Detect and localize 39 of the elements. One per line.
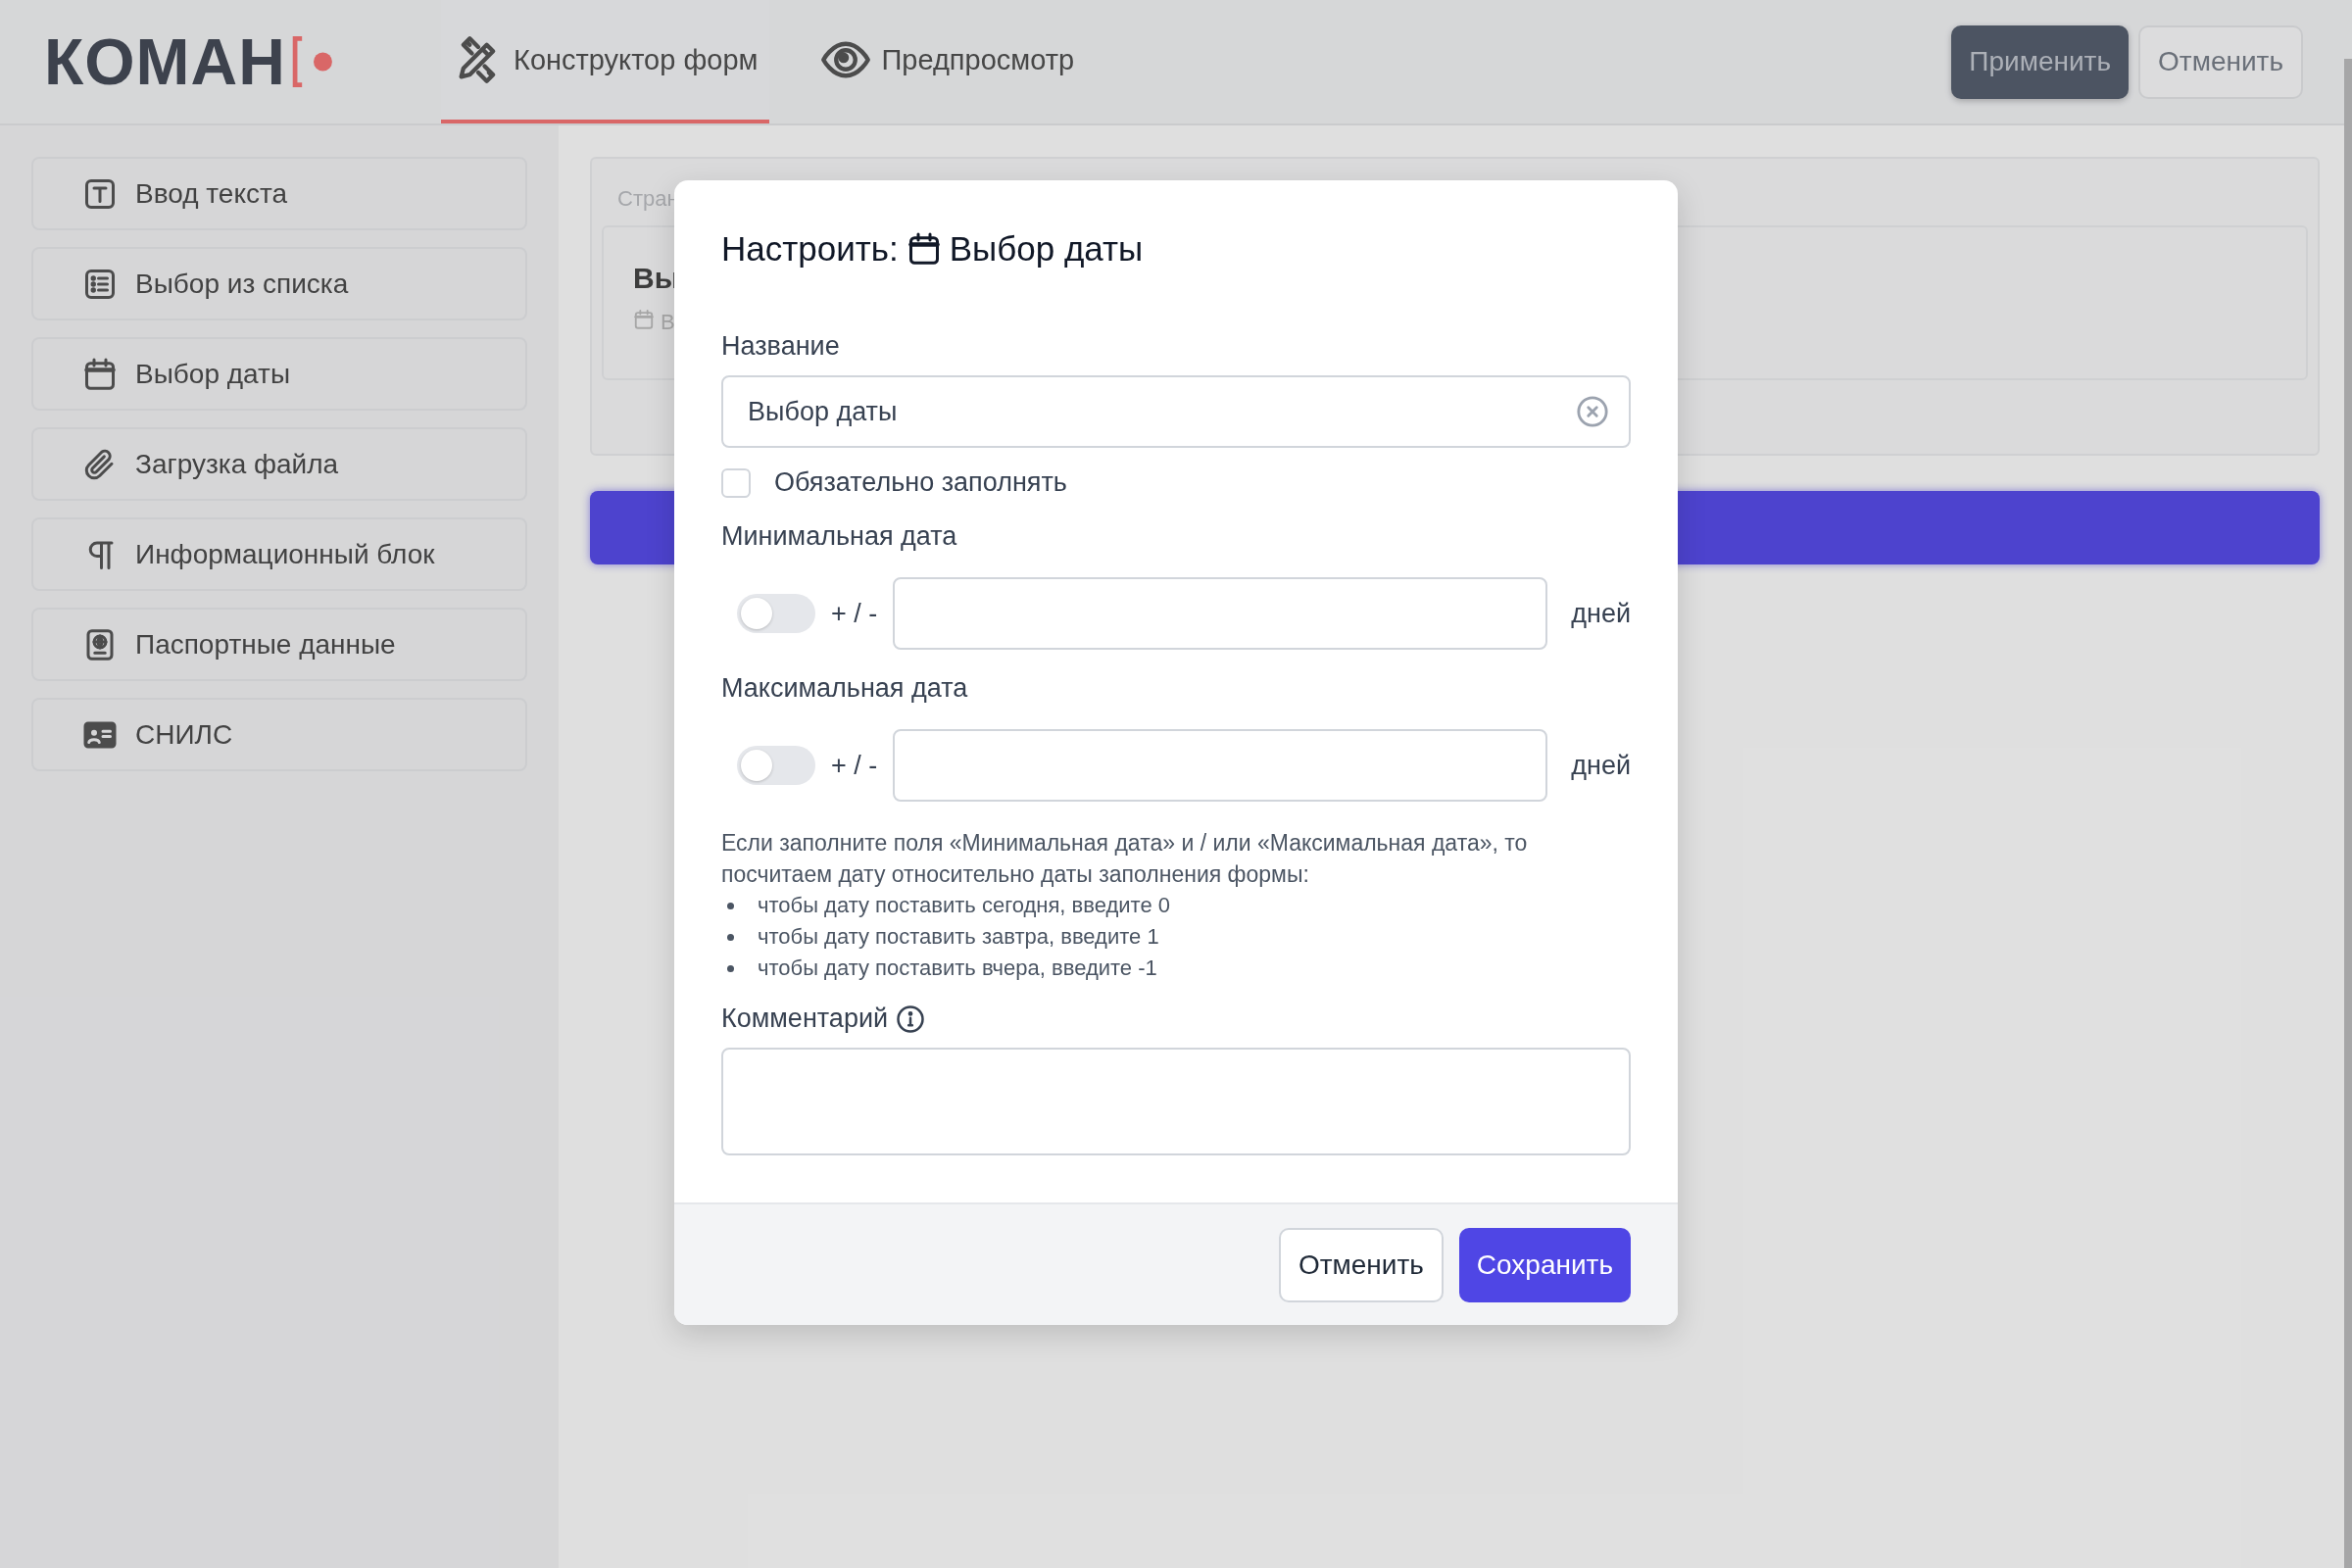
sign-label: + / - (831, 598, 878, 629)
sidebar-item[interactable]: СНИЛС (31, 698, 527, 771)
scrollbar[interactable] (2344, 59, 2352, 1568)
comment-field[interactable] (721, 1048, 1631, 1155)
info-icon[interactable] (896, 1004, 926, 1034)
cancel-button[interactable]: Отменить (1278, 1227, 1444, 1302)
checkbox[interactable] (721, 467, 751, 498)
sidebar-item[interactable]: Паспортные данные (31, 608, 527, 681)
calendar-icon (906, 231, 942, 267)
cancel-button[interactable]: Отменить (2138, 24, 2303, 99)
name-field[interactable]: Выбор даты (721, 375, 1631, 448)
unit-label: дней (1571, 598, 1631, 629)
calendar-icon (633, 309, 655, 330)
logo: КОМАН (44, 24, 286, 99)
field-value: Выбор даты (748, 396, 898, 427)
field-label: Комментарий (721, 1004, 889, 1034)
toggle-switch[interactable] (737, 746, 815, 785)
days-field[interactable] (893, 577, 1548, 650)
sidebar-item[interactable]: Выбор даты (31, 337, 527, 411)
field-label: Название (721, 331, 841, 362)
calendar-icon (82, 356, 118, 392)
save-button[interactable]: Сохранить (1458, 1227, 1631, 1302)
field-label: Минимальная дата (721, 521, 958, 552)
field-label: Максимальная дата (721, 673, 969, 704)
sidebar-item[interactable]: Выбор из списка (31, 247, 527, 320)
checkbox-label: Обязательно заполнять (774, 467, 1067, 498)
sidebar-item[interactable]: Ввод текста (31, 157, 527, 230)
sidebar-item[interactable]: Загрузка файла (31, 427, 527, 501)
dialog-title: Настроить: (721, 229, 899, 269)
dialog-title: Выбор даты (949, 229, 1144, 269)
apply-button[interactable]: Применить (1951, 24, 2130, 99)
toggle-switch[interactable] (737, 594, 815, 633)
help-text: Если заполните поля «Минимальная дата» и / или «Максимальная дата», то посчитаем дату относительно даты заполнения формы: чтобы дату поставить сегодня, введите 0 чтобы дату поставить завтра, введите 1 чтобы дату поставить вчера, введите -1 (721, 829, 1529, 982)
nav-tab[interactable]: Предпросмотр (808, 0, 1087, 123)
clear-icon[interactable] (1576, 395, 1609, 428)
unit-label: дней (1571, 750, 1631, 781)
sidebar-item[interactable]: Информационный блок (31, 517, 527, 591)
days-field[interactable] (893, 729, 1548, 802)
sign-label: + / - (831, 750, 878, 781)
